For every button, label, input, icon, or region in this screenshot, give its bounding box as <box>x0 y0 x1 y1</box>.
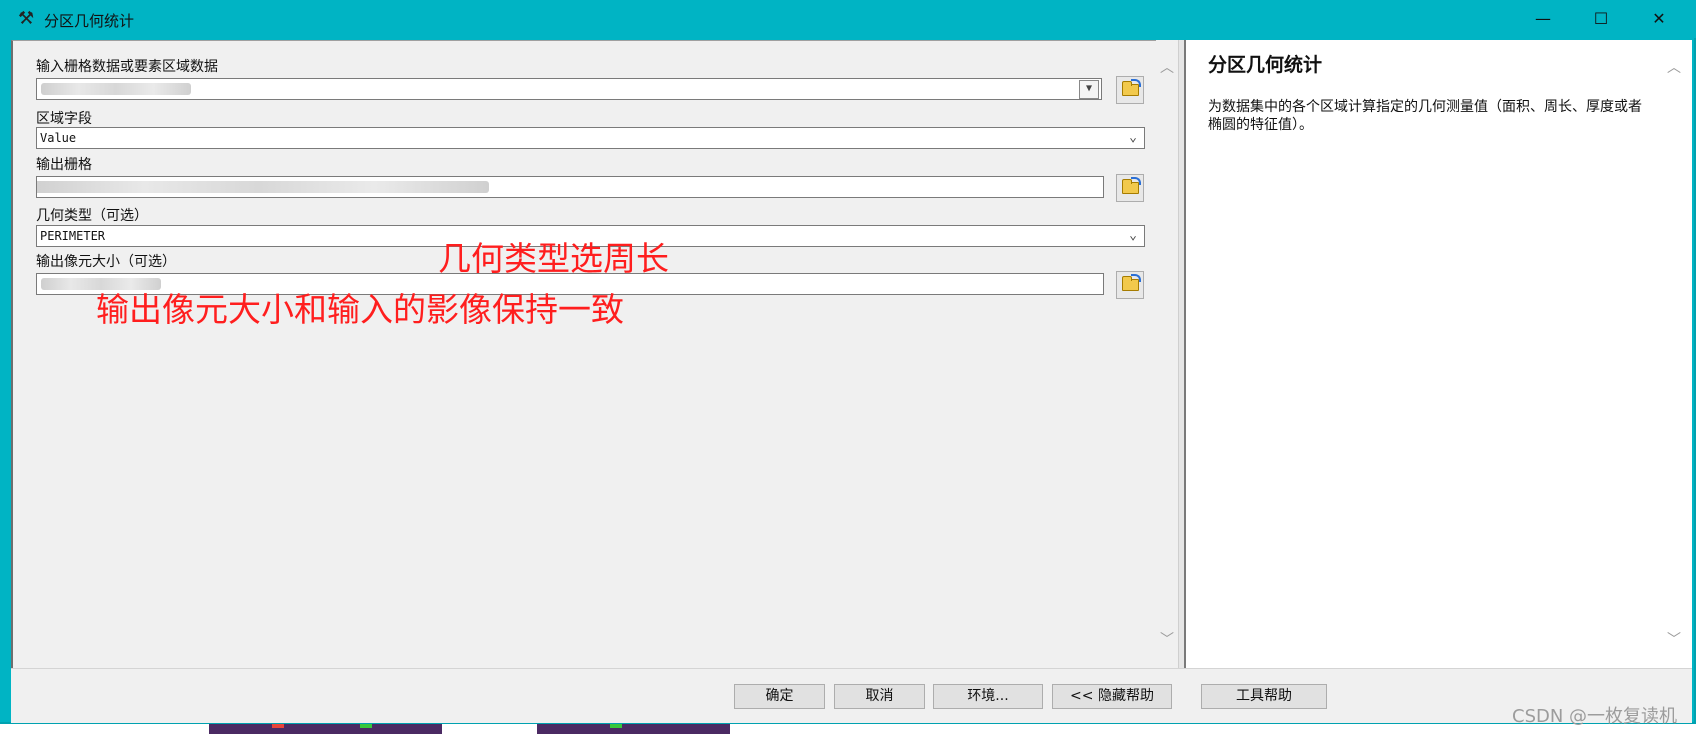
geometry-type-value: PERIMETER <box>40 229 106 243</box>
chevron-down-icon[interactable]: ⌄ <box>1122 128 1144 148</box>
open-folder-icon <box>1122 274 1141 291</box>
redacted-text <box>41 83 191 95</box>
help-description: 为数据集中的各个区域计算指定的几何测量值（面积、周长、厚度或者椭圆的特征值）。 <box>1208 99 1642 133</box>
input-raster-browse-button[interactable] <box>1116 76 1144 104</box>
redacted-text <box>37 181 489 193</box>
pane-splitter[interactable] <box>1178 40 1186 668</box>
help-title: 分区几何统计 <box>1208 54 1323 76</box>
open-folder-icon <box>1122 79 1141 96</box>
window-title: 分区几何统计 <box>44 12 135 30</box>
chevron-down-icon[interactable]: ⌄ <box>1122 226 1144 246</box>
watermark: CSDN @一枚复读机 <box>1512 706 1678 727</box>
input-raster-label: 输入栅格数据或要素区域数据 <box>36 59 218 75</box>
annotation-geometry-type: 几何类型选周长 <box>438 239 669 278</box>
input-raster-combobox[interactable]: ▼ <box>36 78 1102 100</box>
hide-help-button[interactable]: << 隐藏帮助 <box>1052 684 1172 709</box>
scroll-up-icon[interactable]: ︿ <box>1666 60 1682 76</box>
annotation-cell-size: 输出像元大小和输入的影像保持一致 <box>96 290 624 329</box>
environments-button[interactable]: 环境... <box>933 684 1043 709</box>
zone-field-value: Value <box>40 131 77 145</box>
parameters-scrollbar[interactable]: ︿ ﹀ <box>1156 40 1178 668</box>
close-button[interactable]: ✕ <box>1630 0 1688 38</box>
output-raster-browse-button[interactable] <box>1116 174 1144 202</box>
output-raster-label: 输出栅格 <box>36 157 92 173</box>
hammer-icon: ⚒ <box>18 8 35 29</box>
cancel-button[interactable]: 取消 <box>834 684 925 709</box>
scroll-down-icon[interactable]: ﹀ <box>1666 632 1682 648</box>
dialog-button-bar: 确定 取消 环境... << 隐藏帮助 工具帮助 <box>11 668 1692 723</box>
cell-size-label: 输出像元大小（可选） <box>36 254 176 270</box>
help-pane: 分区几何统计 为数据集中的各个区域计算指定的几何测量值（面积、周长、厚度或者椭圆… <box>1186 40 1692 668</box>
zone-field-combobox[interactable]: Value ⌄ <box>36 127 1145 149</box>
maximize-button[interactable]: ☐ <box>1572 0 1630 38</box>
zone-field-label: 区域字段 <box>36 111 92 127</box>
dropdown-arrow-icon[interactable]: ▼ <box>1079 80 1099 99</box>
minimize-button[interactable]: — <box>1514 0 1572 38</box>
cell-size-browse-button[interactable] <box>1116 271 1144 299</box>
ok-button[interactable]: 确定 <box>734 684 825 709</box>
output-raster-input[interactable] <box>36 176 1104 198</box>
scroll-up-icon[interactable]: ︿ <box>1159 60 1175 76</box>
tool-help-button[interactable]: 工具帮助 <box>1201 684 1327 709</box>
title-bar[interactable]: ⚒ 分区几何统计 — ☐ ✕ <box>0 0 1696 38</box>
open-folder-icon <box>1122 177 1141 194</box>
tool-dialog-window: ⚒ 分区几何统计 — ☐ ✕ 输入栅格数据或要素区域数据 ▼ 区域字段 Valu… <box>0 0 1696 724</box>
scroll-down-icon[interactable]: ﹀ <box>1159 632 1175 648</box>
geometry-type-label: 几何类型（可选） <box>36 208 148 224</box>
